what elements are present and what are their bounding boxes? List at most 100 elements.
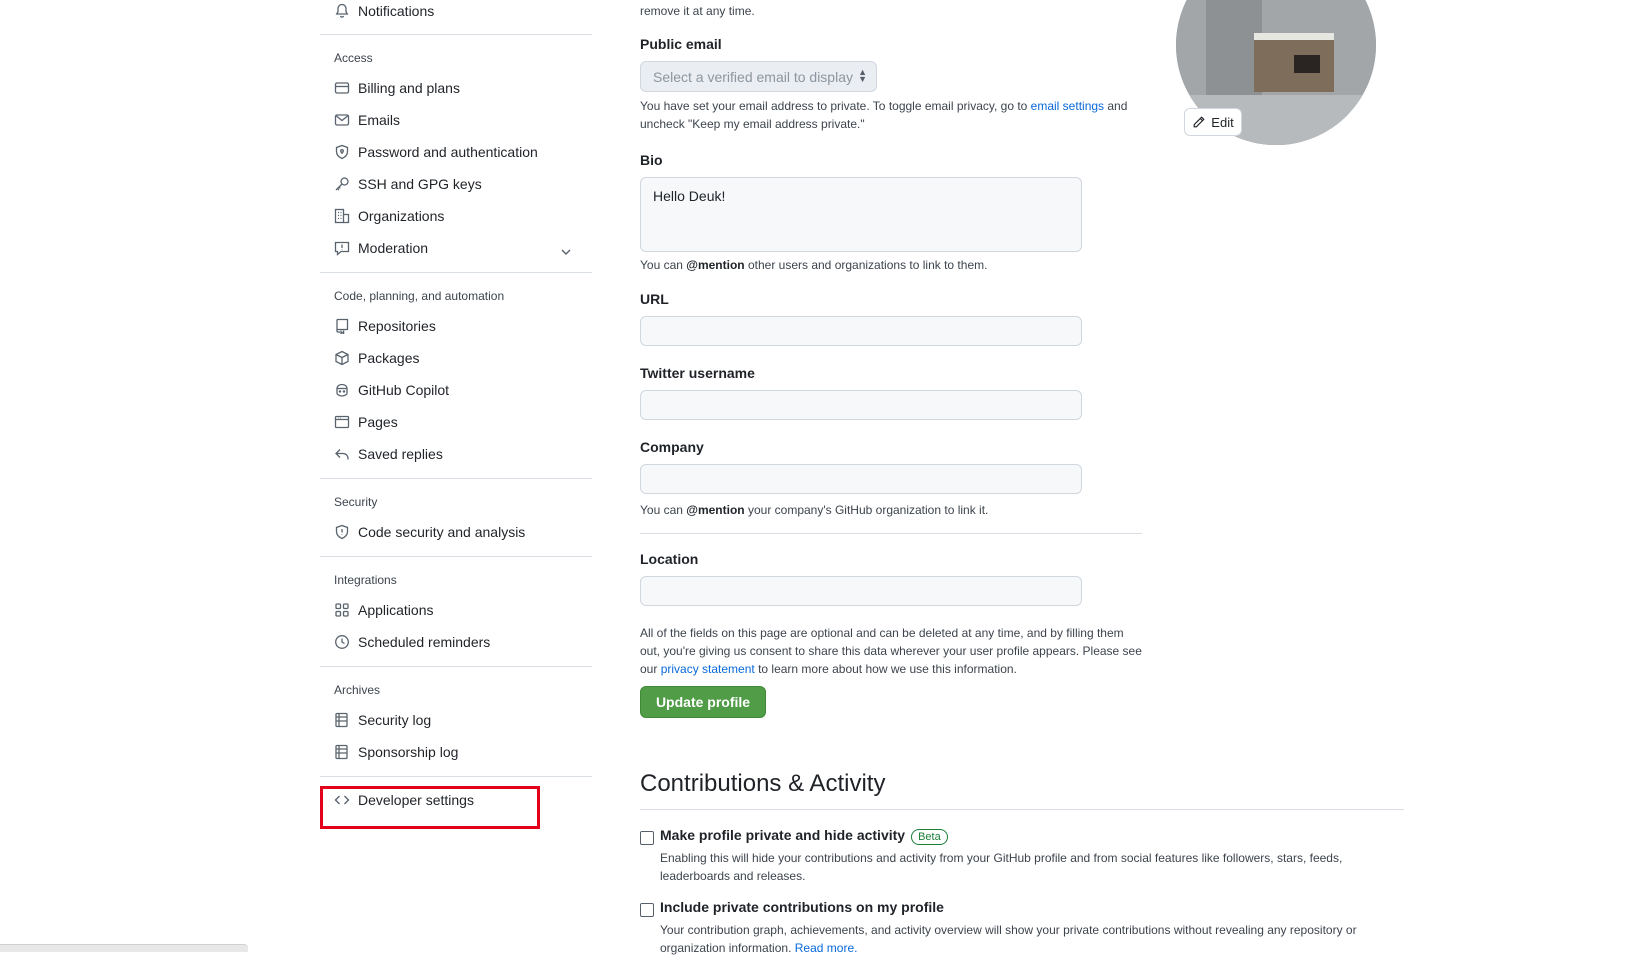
log-icon <box>334 744 350 760</box>
include-private-description: Your contribution graph, achievements, a… <box>660 921 1357 957</box>
sidebar-item-code-security[interactable]: Code security and analysis <box>334 519 525 545</box>
sidebar-item-repositories[interactable]: Repositories <box>334 313 436 339</box>
section-title-archives: Archives <box>334 683 381 697</box>
divider <box>320 478 592 479</box>
repo-icon <box>334 318 350 334</box>
include-private-label[interactable]: Include private contributions on my prof… <box>660 899 944 915</box>
mention-text: @mention <box>686 503 745 517</box>
key-icon <box>334 176 350 192</box>
twitter-input[interactable] <box>640 390 1082 420</box>
sidebar-item-copilot[interactable]: GitHub Copilot <box>334 377 449 403</box>
public-email-note: You have set your email address to priva… <box>640 97 1160 133</box>
private-profile-description: Enabling this will hide your contributio… <box>660 849 1342 885</box>
contributions-heading: Contributions & Activity <box>640 770 886 797</box>
note-text: All of the fields on this page are optio… <box>640 626 1124 640</box>
divider <box>640 809 1404 810</box>
sidebar-item-label: Security log <box>358 712 432 728</box>
sidebar-item-password[interactable]: Password and authentication <box>334 139 538 165</box>
beta-badge: Beta <box>911 829 948 845</box>
sidebar-item-label: Code security and analysis <box>358 524 526 540</box>
note-text: and <box>1104 99 1128 113</box>
pencil-icon <box>1193 116 1205 128</box>
url-input[interactable] <box>640 316 1082 346</box>
twitter-label: Twitter username <box>640 365 755 381</box>
mail-icon <box>334 112 350 128</box>
sidebar-item-label: Notifications <box>358 3 435 19</box>
sidebar-item-pages[interactable]: Pages <box>334 409 398 435</box>
select-placeholder: Select a verified email to display <box>653 68 853 85</box>
sidebar-item-label: Password and authentication <box>358 144 538 160</box>
sidebar-item-security-log[interactable]: Security log <box>334 707 431 733</box>
sidebar-item-label: Moderation <box>358 240 429 256</box>
sidebar-item-sponsorship-log[interactable]: Sponsorship log <box>334 739 458 765</box>
private-profile-checkbox[interactable] <box>640 831 654 845</box>
note-text: organization information. <box>660 941 795 955</box>
section-title-code: Code, planning, and automation <box>334 289 505 303</box>
company-note: You can @mention your company's GitHub o… <box>640 501 988 519</box>
note-text: to learn more about how we use this info… <box>754 662 1017 676</box>
credit-card-icon <box>334 80 350 96</box>
reply-icon <box>334 446 350 462</box>
divider <box>320 272 592 273</box>
sidebar-item-saved-replies[interactable]: Saved replies <box>334 441 443 467</box>
browser-icon <box>334 414 350 430</box>
sidebar-item-label: Sponsorship log <box>358 744 459 760</box>
sidebar-item-moderation[interactable]: Moderation <box>334 235 428 261</box>
note-text: out, you're giving us consent to share t… <box>640 644 1142 658</box>
private-profile-label[interactable]: Make profile private and hide activity <box>660 827 905 843</box>
section-title-security: Security <box>334 495 378 509</box>
top-note: remove it at any time. <box>640 4 755 18</box>
sidebar-item-scheduled-reminders[interactable]: Scheduled reminders <box>334 629 490 655</box>
sidebar-item-emails[interactable]: Emails <box>334 107 400 133</box>
sidebar-item-notifications[interactable]: Notifications <box>334 0 434 24</box>
note-text: You can <box>640 503 687 517</box>
sidebar-item-packages[interactable]: Packages <box>334 345 419 371</box>
note-text: You can <box>640 258 687 272</box>
note-text: leaderboards and releases. <box>660 869 806 883</box>
note-text: our <box>640 662 661 676</box>
url-label: URL <box>640 291 669 307</box>
note-text: You have set your email address to priva… <box>640 99 1031 113</box>
sidebar-item-billing[interactable]: Billing and plans <box>334 75 460 101</box>
note-text: Your contribution graph, achievements, a… <box>660 923 1357 937</box>
divider <box>640 533 1142 534</box>
apps-icon <box>334 602 350 618</box>
note-text: your company's GitHub organization to li… <box>744 503 989 517</box>
divider <box>320 34 592 35</box>
sidebar-item-ssh[interactable]: SSH and GPG keys <box>334 171 482 197</box>
sidebar-item-label: Billing and plans <box>358 80 460 96</box>
sidebar-item-label: Pages <box>358 414 398 430</box>
sidebar-item-label: Applications <box>358 602 434 618</box>
avatar-photo-detail <box>1294 55 1320 73</box>
location-input[interactable] <box>640 576 1082 606</box>
company-input[interactable] <box>640 464 1082 494</box>
chevron-down-icon[interactable] <box>558 244 574 260</box>
privacy-statement-link[interactable]: privacy statement <box>661 662 755 676</box>
update-profile-button[interactable]: Update profile <box>640 686 766 718</box>
section-title-integrations: Integrations <box>334 573 397 587</box>
email-settings-link[interactable]: email settings <box>1031 99 1104 113</box>
sidebar-item-organizations[interactable]: Organizations <box>334 203 444 229</box>
bio-label: Bio <box>640 152 663 168</box>
profile-disclaimer: All of the fields on this page are optio… <box>640 624 1160 678</box>
location-label: Location <box>640 551 699 567</box>
sidebar-item-label: Scheduled reminders <box>358 634 491 650</box>
section-title-access: Access <box>334 51 373 65</box>
sidebar-item-label: Organizations <box>358 208 445 224</box>
divider <box>320 556 592 557</box>
divider <box>320 666 592 667</box>
bio-textarea[interactable]: Hello Deuk! <box>640 177 1082 252</box>
report-icon <box>334 240 350 256</box>
log-icon <box>334 712 350 728</box>
sidebar-item-label: Saved replies <box>358 446 443 462</box>
edit-label: Edit <box>1211 114 1234 130</box>
read-more-link[interactable]: Read more. <box>795 941 858 955</box>
sidebar-item-label: Packages <box>358 350 420 366</box>
private-profile-option: Make profile private and hide activity Be… <box>660 827 948 845</box>
edit-avatar-button[interactable]: Edit <box>1184 108 1242 136</box>
sidebar-item-applications[interactable]: Applications <box>334 597 434 623</box>
company-label: Company <box>640 439 704 455</box>
bell-icon <box>334 3 350 19</box>
public-email-select[interactable]: Select a verified email to display ▲ ▼ <box>640 61 877 92</box>
include-private-checkbox[interactable] <box>640 903 654 917</box>
